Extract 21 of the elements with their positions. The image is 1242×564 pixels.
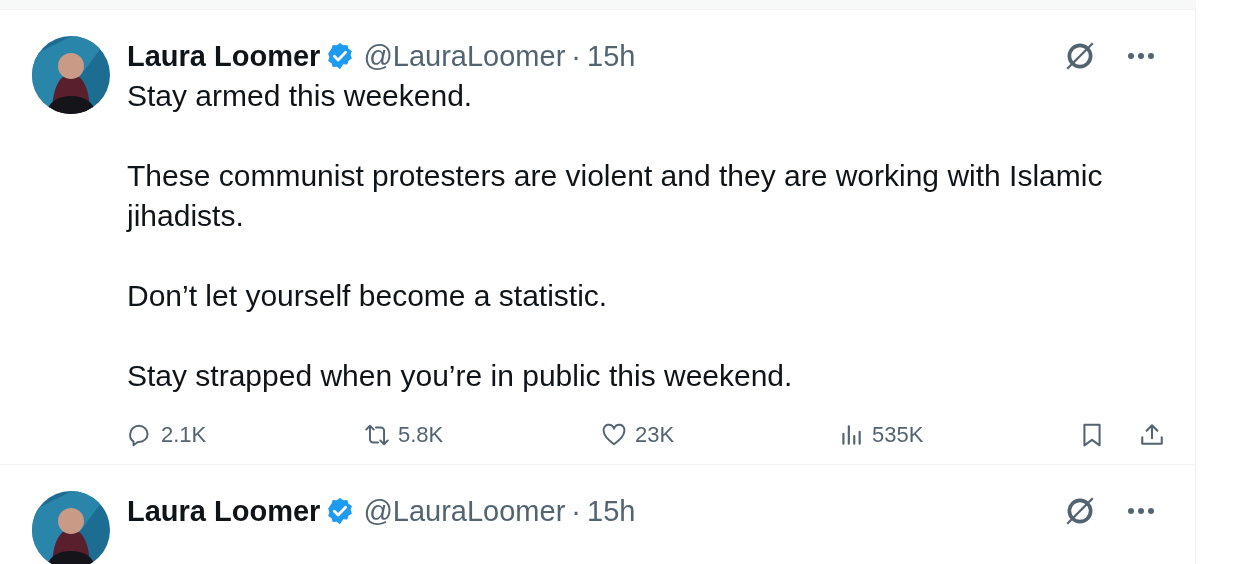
like-button[interactable]: 23K [601, 422, 838, 448]
author-name[interactable]: Laura Loomer [127, 494, 321, 528]
more-options-icon[interactable] [1127, 52, 1155, 60]
author-name[interactable]: Laura Loomer [127, 39, 321, 73]
user-handle[interactable]: @LauraLoomer [363, 39, 566, 73]
post-time[interactable]: 15h [587, 494, 636, 528]
separator-dot: · [571, 494, 581, 528]
post-text: Don’t let yourself become a statistic. [127, 278, 609, 314]
views-button[interactable]: 535K [838, 422, 1075, 448]
repost-icon [364, 422, 390, 448]
share-button[interactable] [1139, 422, 1165, 448]
more-options-icon[interactable] [1127, 507, 1155, 515]
separator-dot: · [571, 39, 581, 73]
post-time[interactable]: 15h [587, 39, 636, 73]
user-handle[interactable]: @LauraLoomer [363, 494, 566, 528]
post-text: Stay strapped when you’re in public this weekend. [127, 358, 794, 394]
post-text: Stay armed this weekend. [127, 78, 474, 114]
repost-button[interactable]: 5.8K [364, 422, 601, 448]
reply-button[interactable]: 2.1K [127, 422, 364, 448]
heart-icon [601, 422, 627, 448]
post-text: These communist protesters are violent and they are working with Islamic jihadists. [127, 158, 1104, 234]
